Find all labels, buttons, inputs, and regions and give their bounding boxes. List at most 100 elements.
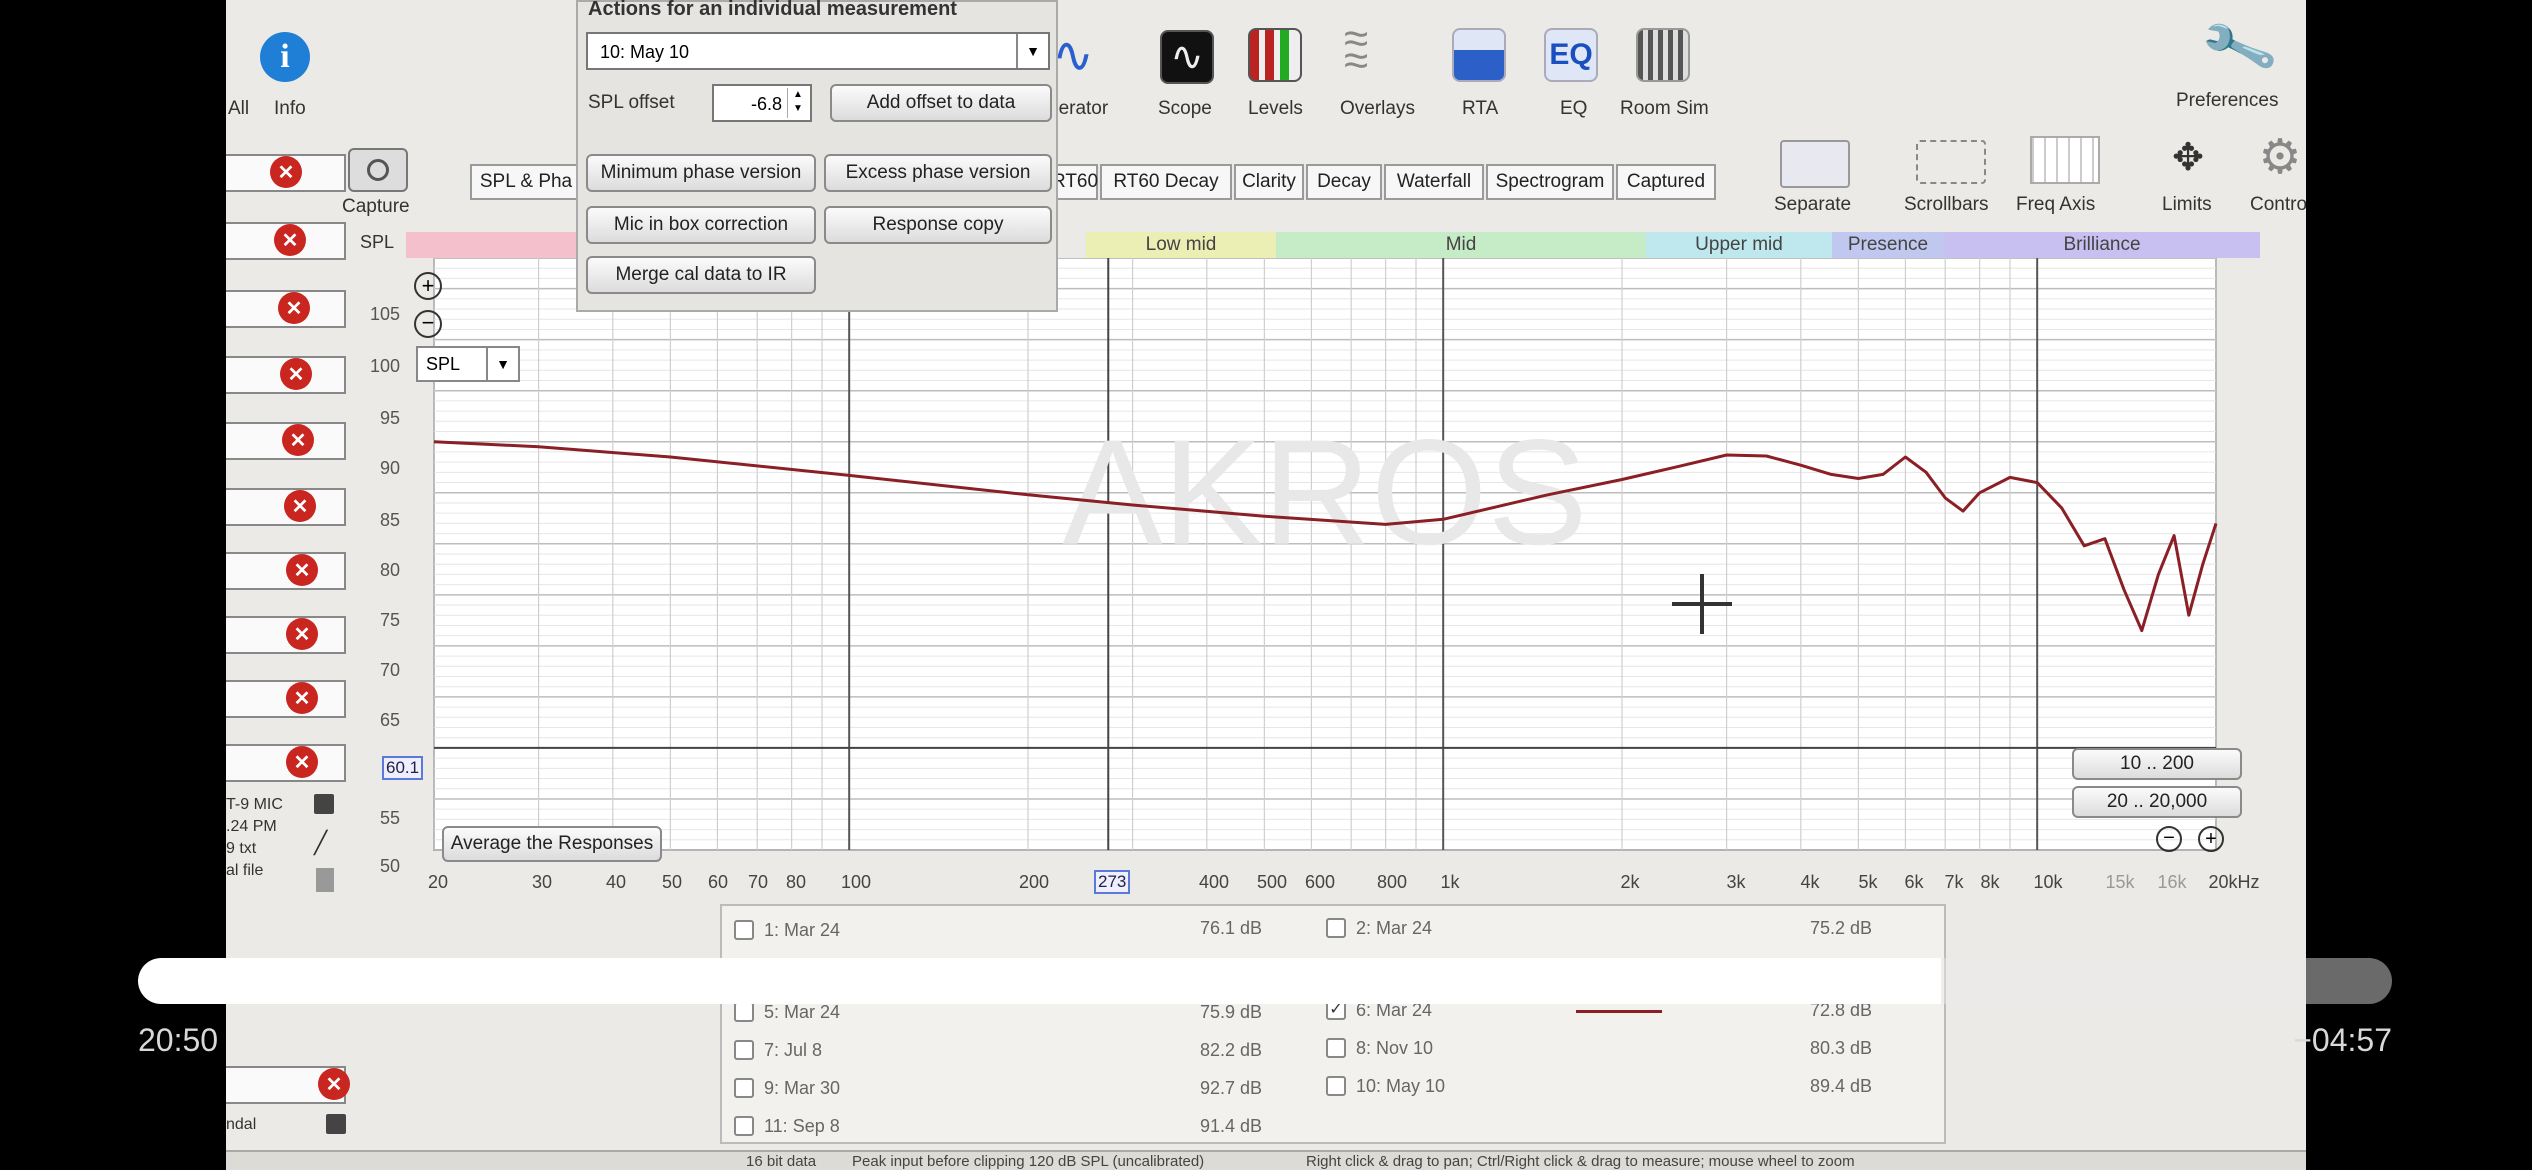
bottom-left-text: ndal bbox=[226, 1116, 257, 1133]
separate-icon[interactable] bbox=[1780, 140, 1850, 188]
info-label[interactable]: Info bbox=[274, 98, 306, 120]
overlays-icon[interactable]: ≈ ≈ bbox=[1344, 17, 1398, 83]
spl-graph[interactable]: AKROS bbox=[416, 258, 2260, 868]
file-icon[interactable] bbox=[316, 868, 334, 892]
remove-measurement-icon[interactable]: ✕ bbox=[286, 682, 318, 714]
scope-icon[interactable]: ∿ bbox=[1160, 30, 1214, 84]
remove-measurement-icon[interactable]: ✕ bbox=[278, 292, 310, 324]
measurement-checkbox[interactable] bbox=[734, 1040, 754, 1060]
measurement-checkbox[interactable] bbox=[734, 1116, 754, 1136]
range-10-200-button[interactable]: 10 .. 200 bbox=[2072, 748, 2242, 780]
remove-measurement-icon[interactable]: ✕ bbox=[286, 554, 318, 586]
x-tick-label: 16k bbox=[2157, 872, 2187, 892]
info-icon[interactable]: i bbox=[260, 32, 310, 82]
levels-label[interactable]: Levels bbox=[1248, 98, 1303, 120]
controls-label[interactable]: Controls bbox=[2250, 194, 2306, 216]
capture-label[interactable]: Capture bbox=[342, 196, 410, 218]
average-responses-button[interactable]: Average the Responses bbox=[442, 826, 662, 862]
zoom-in-icon[interactable]: + bbox=[414, 272, 442, 300]
range-20-20000-button[interactable]: 20 .. 20,000 bbox=[2072, 786, 2242, 818]
remove-measurement-icon[interactable]: ✕ bbox=[286, 746, 318, 778]
tab-spl-phase[interactable]: SPL & Pha bbox=[470, 164, 582, 200]
remove-measurement-icon[interactable]: ✕ bbox=[282, 424, 314, 456]
remove-measurement-icon[interactable]: ✕ bbox=[270, 156, 302, 188]
room-sim-icon[interactable] bbox=[1636, 28, 1690, 82]
rta-icon[interactable] bbox=[1452, 28, 1506, 82]
separate-label[interactable]: Separate bbox=[1774, 194, 1851, 216]
minimum-phase-button[interactable]: Minimum phase version bbox=[586, 154, 816, 192]
measurement-level: 80.3 dB bbox=[1810, 1038, 1873, 1058]
preferences-wrench-icon[interactable]: 🔧 bbox=[2197, 8, 2281, 87]
measurement-checkbox[interactable] bbox=[1326, 1076, 1346, 1096]
tab-rt60-decay[interactable]: RT60 Decay bbox=[1100, 164, 1232, 200]
overlays-label[interactable]: Overlays bbox=[1340, 98, 1415, 120]
measurement-level: 75.2 dB bbox=[1810, 918, 1873, 938]
save-disk-icon[interactable] bbox=[314, 794, 334, 814]
limits-arrows-icon[interactable]: ✥ bbox=[2158, 132, 2218, 184]
tab-waterfall[interactable]: Waterfall bbox=[1384, 164, 1484, 200]
freq-axis-label[interactable]: Freq Axis bbox=[2016, 194, 2095, 216]
levels-icon[interactable] bbox=[1248, 28, 1302, 82]
scrollbars-label[interactable]: Scrollbars bbox=[1904, 194, 1988, 216]
zoom-in-icon[interactable]: + bbox=[2198, 826, 2224, 852]
room-sim-label[interactable]: Room Sim bbox=[1620, 98, 1709, 120]
remove-measurement-icon[interactable]: ✕ bbox=[318, 1068, 350, 1100]
merge-cal-button[interactable]: Merge cal data to IR bbox=[586, 256, 816, 294]
edit-pen-icon[interactable]: ╱ bbox=[314, 830, 327, 856]
tab-decay[interactable]: Decay bbox=[1306, 164, 1382, 200]
measurement-select[interactable]: 10: May 10 ▼ bbox=[586, 32, 1050, 70]
y-tick-label: 70 bbox=[379, 660, 400, 680]
rta-label[interactable]: RTA bbox=[1462, 98, 1498, 120]
tab-rt60[interactable]: RT60 bbox=[1052, 164, 1098, 200]
remove-measurement-icon[interactable]: ✕ bbox=[286, 618, 318, 650]
measurement-name: 1: Mar 24 bbox=[764, 920, 841, 940]
x-tick-label: 600 bbox=[1304, 872, 1336, 892]
scrub-bar[interactable] bbox=[138, 958, 2392, 1004]
y-tick-label: 50 bbox=[379, 856, 400, 876]
measurement-name: 11: Sep 8 bbox=[764, 1116, 840, 1136]
measurement-checkbox[interactable] bbox=[1326, 1038, 1346, 1058]
stepper-arrows-icon[interactable]: ▲ ▼ bbox=[787, 88, 808, 118]
spl-dropdown[interactable]: SPL ▼ bbox=[416, 346, 520, 382]
controls-gear-icon[interactable]: ⚙ bbox=[2254, 132, 2306, 184]
spl-offset-input[interactable]: -6.8 ▲ ▼ bbox=[712, 84, 812, 122]
x-tick-label: 6k bbox=[1904, 872, 1924, 892]
measurement-checkbox[interactable] bbox=[734, 920, 754, 940]
elapsed-time: 20:50 bbox=[138, 1022, 219, 1058]
measurement-checkbox[interactable] bbox=[734, 1078, 754, 1098]
freq-axis-icon[interactable] bbox=[2030, 136, 2100, 184]
cursor-x-readout: 273 bbox=[1094, 870, 1131, 894]
scrollbars-icon[interactable] bbox=[1916, 140, 1986, 184]
measurement-name: 8: Nov 10 bbox=[1356, 1038, 1434, 1058]
zoom-out-icon[interactable]: − bbox=[2156, 826, 2182, 852]
remove-measurement-icon[interactable]: ✕ bbox=[284, 490, 316, 522]
x-tick-label: 20kHz bbox=[2208, 872, 2260, 892]
eq-label[interactable]: EQ bbox=[1560, 98, 1587, 120]
capture-icon[interactable] bbox=[348, 148, 408, 192]
eq-icon[interactable]: EQ bbox=[1544, 28, 1598, 82]
cal-file-text: al file bbox=[226, 862, 264, 879]
measurement-name: 2: Mar 24 bbox=[1356, 918, 1433, 938]
measurement-checkbox[interactable] bbox=[734, 1002, 754, 1022]
cursor-crosshair-icon bbox=[1672, 574, 1732, 634]
mic-in-box-button[interactable]: Mic in box correction bbox=[586, 206, 816, 244]
x-tick-label: 50 bbox=[661, 872, 683, 892]
chevron-down-icon: ▼ bbox=[486, 348, 518, 380]
tab-captured[interactable]: Captured bbox=[1616, 164, 1716, 200]
scope-label[interactable]: Scope bbox=[1158, 98, 1212, 120]
excess-phase-button[interactable]: Excess phase version bbox=[824, 154, 1052, 192]
x-tick-label: 20 bbox=[427, 872, 449, 892]
limits-label[interactable]: Limits bbox=[2162, 194, 2212, 216]
tab-clarity[interactable]: Clarity bbox=[1234, 164, 1304, 200]
save-disk-icon[interactable] bbox=[326, 1114, 346, 1134]
measurement-checkbox[interactable] bbox=[1326, 918, 1346, 938]
txt-info-text: 9 txt bbox=[226, 840, 257, 857]
response-copy-button[interactable]: Response copy bbox=[824, 206, 1052, 244]
zoom-out-icon[interactable]: − bbox=[414, 310, 442, 338]
remove-measurement-icon[interactable]: ✕ bbox=[280, 358, 312, 390]
generator-icon[interactable]: ∿ bbox=[1052, 30, 1106, 84]
tab-spectrogram[interactable]: Spectrogram bbox=[1486, 164, 1614, 200]
preferences-label[interactable]: Preferences bbox=[2176, 90, 2278, 112]
add-offset-button[interactable]: Add offset to data bbox=[830, 84, 1052, 122]
remove-measurement-icon[interactable]: ✕ bbox=[274, 224, 306, 256]
